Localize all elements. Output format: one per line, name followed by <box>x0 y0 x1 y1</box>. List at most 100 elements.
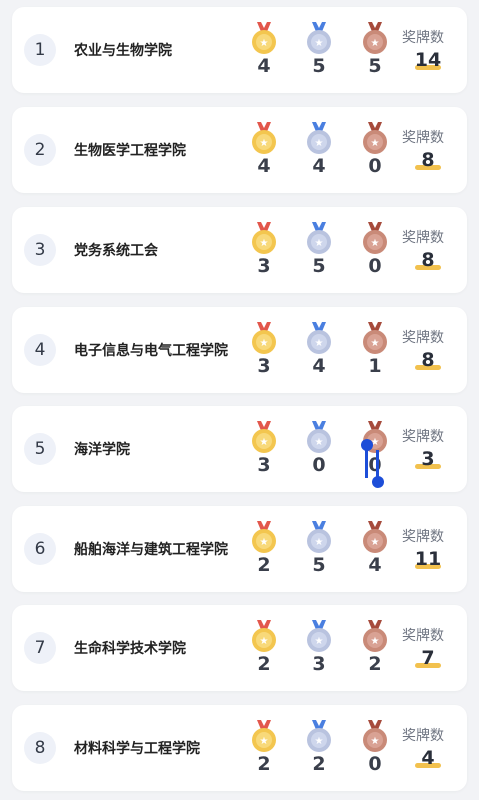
silver-count: 4 <box>312 355 326 377</box>
silver-medal: ★ 3 <box>304 620 334 680</box>
ranking-row[interactable]: 5 海洋学院 ★ 3 ★ 0 ★ 0 奖牌数 3 <box>12 406 467 492</box>
bronze-count: 0 <box>368 753 382 775</box>
silver-medal-icon: ★ <box>307 720 331 752</box>
ranking-row[interactable]: 1 农业与生物学院 ★ 4 ★ 5 ★ 5 奖牌数 14 <box>12 7 467 93</box>
silver-medal-icon: ★ <box>307 322 331 354</box>
medal-ranking-list: 1 农业与生物学院 ★ 4 ★ 5 ★ 5 奖牌数 14 2 生物医学工程学院 … <box>0 0 479 800</box>
silver-count: 0 <box>312 454 326 476</box>
total-count: 8 <box>421 249 435 271</box>
gold-medal-icon: ★ <box>252 421 276 453</box>
svg-text:★: ★ <box>315 38 324 49</box>
unit-name: 生命科学技术学院 <box>74 641 186 657</box>
svg-text:★: ★ <box>260 338 269 349</box>
svg-text:★: ★ <box>371 238 380 249</box>
gold-medal-icon: ★ <box>252 22 276 54</box>
silver-medal: ★ 0 <box>304 421 334 481</box>
silver-medal: ★ 5 <box>304 521 334 581</box>
total-count: 8 <box>421 349 435 371</box>
gold-medal: ★ 3 <box>249 322 279 382</box>
gold-medal: ★ 4 <box>249 122 279 182</box>
svg-text:★: ★ <box>315 338 324 349</box>
ranking-row[interactable]: 6 船舶海洋与建筑工程学院 ★ 2 ★ 5 ★ 4 奖牌数 11 <box>12 506 467 592</box>
gold-count: 2 <box>257 753 271 775</box>
unit-name: 材料科学与工程学院 <box>74 741 200 757</box>
total-count: 11 <box>414 548 442 570</box>
selection-end-handle[interactable] <box>372 476 384 488</box>
unit-name: 生物医学工程学院 <box>74 143 186 159</box>
gold-medal: ★ 3 <box>249 222 279 282</box>
rank-badge: 4 <box>24 334 56 366</box>
total-label: 奖牌数 <box>402 728 444 744</box>
svg-text:★: ★ <box>315 238 324 249</box>
bronze-medal: ★ 1 <box>360 322 390 382</box>
ranking-row[interactable]: 8 材料科学与工程学院 ★ 2 ★ 2 ★ 0 奖牌数 4 <box>12 705 467 791</box>
total-label: 奖牌数 <box>402 429 444 445</box>
bronze-medal-icon: ★ <box>363 122 387 154</box>
gold-medal: ★ 4 <box>249 22 279 82</box>
svg-text:★: ★ <box>260 636 269 647</box>
bronze-count: 4 <box>368 554 382 576</box>
silver-count: 3 <box>312 653 326 675</box>
gold-medal-icon: ★ <box>252 322 276 354</box>
svg-text:★: ★ <box>315 636 324 647</box>
gold-medal: ★ 2 <box>249 521 279 581</box>
silver-count: 5 <box>312 55 326 77</box>
rank-badge: 3 <box>24 234 56 266</box>
silver-medal: ★ 5 <box>304 22 334 82</box>
bronze-medal: ★ 0 <box>360 720 390 780</box>
bronze-count: 0 <box>368 155 382 177</box>
gold-medal: ★ 3 <box>249 421 279 481</box>
svg-text:★: ★ <box>315 537 324 548</box>
svg-text:★: ★ <box>371 338 380 349</box>
bronze-medal-icon: ★ <box>363 322 387 354</box>
total-count: 4 <box>421 747 435 769</box>
svg-text:★: ★ <box>315 138 324 149</box>
svg-text:★: ★ <box>371 38 380 49</box>
svg-text:★: ★ <box>260 138 269 149</box>
gold-count: 3 <box>257 454 271 476</box>
unit-name: 党务系统工会 <box>74 243 158 259</box>
gold-count: 2 <box>257 653 271 675</box>
bronze-medal-icon: ★ <box>363 22 387 54</box>
ranking-row[interactable]: 7 生命科学技术学院 ★ 2 ★ 3 ★ 2 奖牌数 7 <box>12 605 467 691</box>
ranking-row[interactable]: 3 党务系统工会 ★ 3 ★ 5 ★ 0 奖牌数 8 <box>12 207 467 293</box>
svg-text:★: ★ <box>260 238 269 249</box>
silver-medal-icon: ★ <box>307 122 331 154</box>
svg-text:★: ★ <box>371 736 380 747</box>
total-label: 奖牌数 <box>402 130 444 146</box>
ranking-row[interactable]: 4 电子信息与电气工程学院 ★ 3 ★ 4 ★ 1 奖牌数 8 <box>12 307 467 393</box>
unit-name: 农业与生物学院 <box>74 43 172 59</box>
ranking-row[interactable]: 2 生物医学工程学院 ★ 4 ★ 4 ★ 0 奖牌数 8 <box>12 107 467 193</box>
gold-medal: ★ 2 <box>249 720 279 780</box>
rank-badge: 6 <box>24 533 56 565</box>
total-label: 奖牌数 <box>402 330 444 346</box>
gold-medal-icon: ★ <box>252 122 276 154</box>
bronze-medal: ★ 5 <box>360 22 390 82</box>
silver-medal-icon: ★ <box>307 620 331 652</box>
svg-text:★: ★ <box>260 736 269 747</box>
silver-medal-icon: ★ <box>307 22 331 54</box>
svg-text:★: ★ <box>260 38 269 49</box>
gold-medal-icon: ★ <box>252 720 276 752</box>
total-label: 奖牌数 <box>402 230 444 246</box>
bronze-medal-icon: ★ <box>363 720 387 752</box>
rank-badge: 7 <box>24 632 56 664</box>
silver-medal-icon: ★ <box>307 222 331 254</box>
silver-medal: ★ 4 <box>304 322 334 382</box>
selection-start-caret <box>365 446 368 478</box>
svg-text:★: ★ <box>315 437 324 448</box>
bronze-count: 2 <box>368 653 382 675</box>
total-count: 3 <box>421 448 435 470</box>
total-count: 8 <box>421 149 435 171</box>
silver-medal-icon: ★ <box>307 421 331 453</box>
bronze-medal: ★ 4 <box>360 521 390 581</box>
svg-text:★: ★ <box>371 537 380 548</box>
bronze-medal: ★ 0 <box>360 222 390 282</box>
svg-text:★: ★ <box>371 138 380 149</box>
svg-text:★: ★ <box>260 437 269 448</box>
total-count: 7 <box>421 647 435 669</box>
bronze-count: 1 <box>368 355 382 377</box>
gold-medal-icon: ★ <box>252 521 276 553</box>
silver-count: 4 <box>312 155 326 177</box>
silver-medal: ★ 2 <box>304 720 334 780</box>
